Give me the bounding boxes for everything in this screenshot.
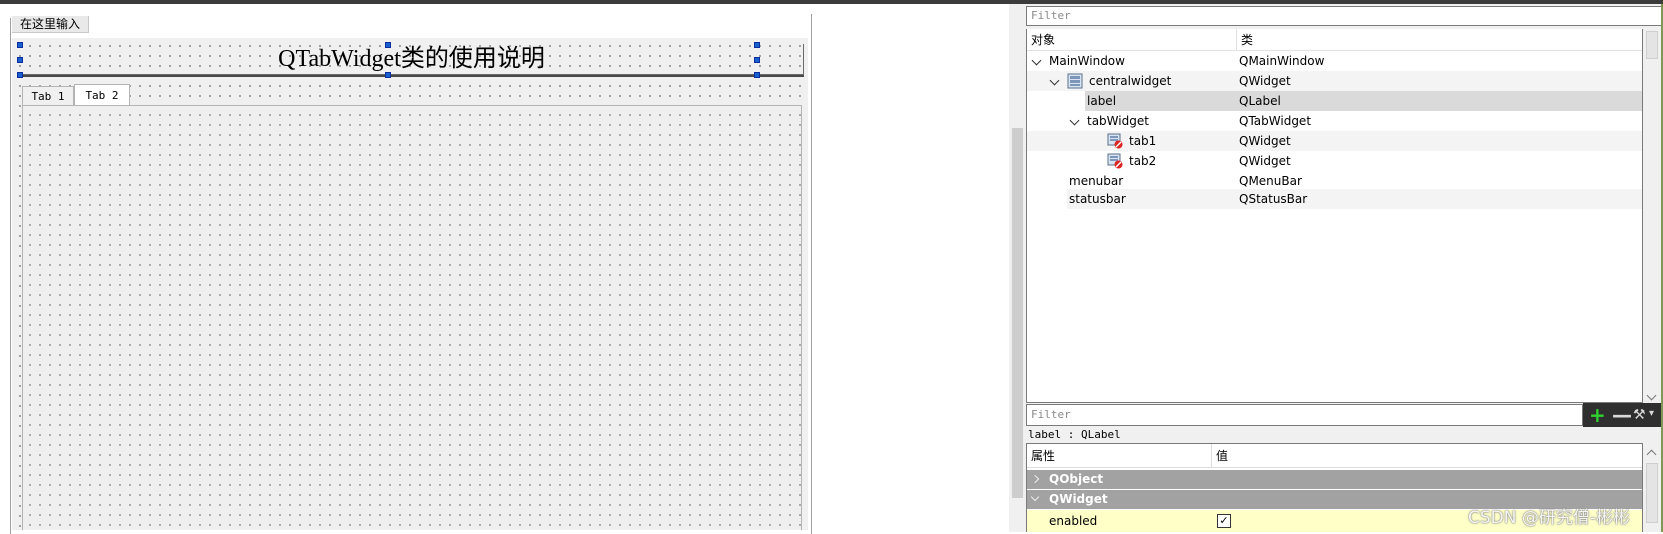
menubar-type-here[interactable]: 在这里输入 [12,16,90,33]
chevron-down-icon[interactable] [1030,492,1040,502]
tab-1[interactable]: Tab 1 [22,86,74,106]
minus-icon[interactable]: — [1612,405,1632,425]
row-class-name: QStatusBar [1239,192,1308,206]
scroll-up-arrow-icon[interactable] [1646,449,1657,460]
row-class-name: QMenuBar [1239,174,1302,188]
group-label: QWidget [1049,492,1108,506]
label-widget[interactable]: QTabWidget类的使用说明 [20,44,804,75]
tree-row-centralwidget[interactable]: centralwidget QWidget [1027,71,1642,91]
property-table-header: 属性 值 [1027,444,1642,468]
row-object-name: centralwidget [1089,74,1172,88]
resize-handle-bottom-mid[interactable] [385,72,391,78]
row-class-name: QWidget [1239,134,1291,148]
watermark: CSDN @研究僧-彬彬 [1468,508,1631,528]
tab-2[interactable]: Tab 2 [74,84,130,106]
broken-layout-icon [1107,153,1123,169]
resize-handle-bottom-right[interactable] [754,72,760,78]
dock-splitter-scrollbar[interactable] [1009,4,1026,532]
scroll-down-arrow-icon[interactable] [1646,390,1657,401]
property-name: enabled [1049,514,1098,528]
broken-layout-icon [1107,133,1123,149]
property-scrollbar[interactable] [1643,443,1661,532]
tree-row-label[interactable]: label QLabel [1027,91,1642,111]
resize-handle-top-left[interactable] [17,42,23,48]
resize-handle-bottom-left[interactable] [17,72,23,78]
scrollbar-thumb[interactable] [1646,31,1658,59]
row-class-name: QLabel [1239,94,1281,108]
property-filter-input[interactable]: Filter [1026,404,1583,426]
column-class[interactable]: 类 [1236,29,1253,51]
enabled-checkbox[interactable]: ✓ [1217,514,1231,528]
resize-handle-mid-right[interactable] [754,57,760,63]
row-object-name: tabWidget [1087,114,1149,128]
tree-row-mainwindow[interactable]: MainWindow QMainWindow [1027,51,1642,71]
object-filter-input[interactable]: Filter [1026,6,1663,26]
row-object-name: tab2 [1129,154,1157,168]
row-class-name: QWidget [1239,154,1291,168]
object-tree-header: 对象 类 [1027,29,1642,51]
row-object-name: menubar [1069,174,1124,188]
tree-row-tab1[interactable]: tab1 QWidget [1027,131,1642,151]
group-label: QObject [1049,472,1104,486]
expand-arrow-icon[interactable] [1031,55,1042,66]
row-class-name: QWidget [1239,74,1291,88]
tree-row-tabwidget[interactable]: tabWidget QTabWidget [1027,111,1642,131]
splitter-thumb[interactable] [1012,128,1023,498]
tree-row-menubar[interactable]: menubar QMenuBar [1027,171,1642,191]
column-property[interactable]: 属性 [1027,444,1055,468]
plus-icon[interactable]: + [1589,405,1606,425]
column-object[interactable]: 对象 [1027,29,1055,51]
resize-handle-top-mid[interactable] [385,42,391,48]
row-object-name: statusbar [1069,192,1126,206]
tab-page-content[interactable] [22,105,802,530]
group-qobject[interactable]: QObject [1027,470,1642,489]
tree-row-statusbar[interactable]: statusbar QStatusBar [1027,189,1642,209]
row-object-name: tab1 [1129,134,1157,148]
scrollbar-thumb[interactable] [1646,463,1658,523]
wrench-icon[interactable]: ⚒ [1633,407,1646,423]
column-value[interactable]: 值 [1211,444,1228,468]
tree-row-tab2[interactable]: tab2 QWidget [1027,151,1642,171]
layout-icon [1067,73,1083,89]
form-edge [811,14,812,534]
object-tree-scrollbar[interactable] [1643,29,1661,403]
row-class-name: QMainWindow [1239,54,1325,68]
chevron-right-icon[interactable] [1030,474,1040,484]
current-object-class: label : QLabel [1026,428,1646,442]
expand-arrow-icon[interactable] [1069,115,1080,126]
chevron-down-icon[interactable]: ▾ [1649,408,1654,419]
resize-handle-mid-left[interactable] [17,57,23,63]
row-object-name: MainWindow [1049,54,1125,68]
row-object-name: label [1087,94,1117,108]
label-bottom-edge [20,75,804,77]
resize-handle-top-right[interactable] [754,42,760,48]
row-class-name: QTabWidget [1239,114,1312,128]
object-inspector-tree: 对象 类 MainWindow QMainWindow centralwidge… [1026,29,1643,403]
property-toolbar: + — ⚒ ▾ [1583,403,1663,427]
